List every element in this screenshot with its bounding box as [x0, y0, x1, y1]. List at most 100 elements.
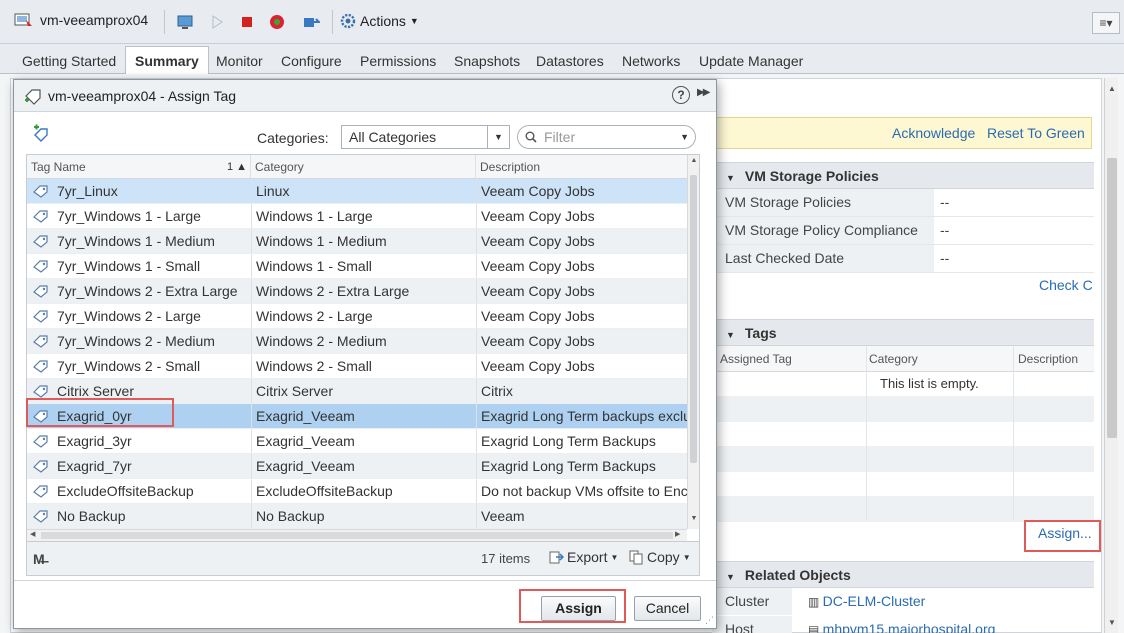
scroll-up-arrow[interactable]: ▲ [1107, 84, 1117, 94]
table-row[interactable]: 7yr_Linux Linux Veeam Copy Jobs [27, 179, 687, 204]
column-filter-icon[interactable]: M̶ [33, 551, 45, 567]
column-divider [866, 346, 867, 520]
acknowledge-link[interactable]: Acknowledge [892, 125, 975, 141]
table-row[interactable]: 7yr_Windows 1 - Small Windows 1 - Small … [27, 254, 687, 279]
categories-select[interactable]: All Categories ▼ [341, 125, 510, 149]
export-button[interactable]: Export ▼ [548, 549, 618, 565]
expand-icon[interactable]: ▶▶ [697, 87, 710, 98]
table-row[interactable]: No Backup No Backup Veeam [27, 504, 687, 529]
cell-category: Windows 2 - Large [251, 304, 476, 328]
actions-menu[interactable]: Actions ▼ [340, 13, 419, 29]
cell-category: Windows 2 - Extra Large [251, 279, 476, 303]
kv-value: ▥ DC-ELM-Cluster [802, 588, 925, 615]
chevron-down-icon[interactable]: ▼ [680, 126, 689, 148]
cell-description: Exagrid Long Term Backups [476, 429, 687, 453]
cell-tag-name: 7yr_Windows 1 - Small [57, 258, 201, 274]
column-header[interactable]: Description [1018, 352, 1078, 366]
scroll-left-arrow[interactable]: ◀ [30, 530, 35, 538]
assign-tag-link[interactable]: Assign... [1038, 525, 1092, 541]
section-title: VM Storage Policies [744, 168, 879, 184]
tab-permissions[interactable]: Permissions [354, 48, 442, 74]
filter-input[interactable]: Filter ▼ [517, 125, 696, 149]
cell-category: No Backup [251, 504, 476, 528]
cell-description: Exagrid Long Term backups exclu [476, 404, 687, 428]
power-on-icon[interactable] [208, 13, 226, 31]
grid-body: 7yr_Linux Linux Veeam Copy Jobs 7yr_Wind… [27, 179, 687, 531]
table-row[interactable]: 7yr_Windows 2 - Small Windows 2 - Small … [27, 354, 687, 379]
cell-tag-name: No Backup [57, 508, 126, 524]
table-row[interactable]: Exagrid_7yr Exagrid_Veeam Exagrid Long T… [27, 454, 687, 479]
assign-tag-icon [25, 89, 41, 105]
scroll-right-arrow[interactable]: ▶ [675, 530, 680, 538]
migrate-icon[interactable] [268, 13, 286, 31]
scroll-thumb[interactable] [1107, 158, 1117, 438]
reset-to-green-link[interactable]: Reset To Green [987, 125, 1085, 141]
scroll-thumb[interactable] [690, 175, 697, 463]
column-header-description[interactable]: Description [476, 155, 687, 179]
tab-datastores[interactable]: Datastores [530, 48, 610, 74]
add-tag-icon[interactable] [31, 124, 51, 144]
page-scrollbar[interactable]: ▲ ▼ [1104, 78, 1118, 633]
cancel-button[interactable]: Cancel [634, 596, 701, 621]
vm-name: vm-veeamprox04 [40, 12, 149, 28]
check-compliance-link[interactable]: Check C [1039, 277, 1093, 293]
section-title: Tags [744, 325, 777, 341]
tags-grid-body [712, 372, 1094, 522]
table-row[interactable]: 7yr_Windows 2 - Large Windows 2 - Large … [27, 304, 687, 329]
kv-value: -- [940, 194, 950, 210]
cell-tag-name: 7yr_Linux [57, 183, 118, 199]
scroll-thumb[interactable] [41, 532, 673, 539]
cluster-link[interactable]: DC-ELM-Cluster [823, 593, 926, 609]
dialog-title-bar[interactable]: vm-veeamprox04 - Assign Tag ? ▶▶ [14, 80, 716, 112]
table-row[interactable]: 7yr_Windows 2 - Medium Windows 2 - Mediu… [27, 329, 687, 354]
tab-getting-started[interactable]: Getting Started [16, 48, 122, 74]
tab-monitor[interactable]: Monitor [210, 48, 269, 74]
tab-summary[interactable]: Summary [125, 46, 209, 75]
tab-update-manager[interactable]: Update Manager [693, 48, 809, 74]
tab-bar: Getting Started Summary Monitor Configur… [0, 44, 1124, 75]
snapshot-icon[interactable] [302, 13, 320, 31]
copy-button[interactable]: Copy ▼ [628, 549, 691, 565]
list-menu-icon: ≡▾ [1099, 16, 1113, 30]
host-link[interactable]: mhpvm15.majorhospital.org [823, 621, 996, 633]
chevron-down-icon: ▼ [610, 552, 619, 562]
grid-footer: M̶ 17 items Export ▼ Copy ▼ [26, 542, 700, 576]
column-header-category[interactable]: Category [251, 155, 476, 179]
table-row[interactable]: 7yr_Windows 1 - Medium Windows 1 - Mediu… [27, 229, 687, 254]
column-divider [1013, 346, 1014, 520]
table-row[interactable]: 7yr_Windows 1 - Large Windows 1 - Large … [27, 204, 687, 229]
table-row[interactable]: Exagrid_3yr Exagrid_Veeam Exagrid Long T… [27, 429, 687, 454]
related-objects-header[interactable]: ▼ Related Objects [712, 561, 1094, 588]
column-header-tag-name[interactable]: Tag Name 1 ▲ [27, 155, 251, 179]
table-row[interactable]: 7yr_Windows 2 - Extra Large Windows 2 - … [27, 279, 687, 304]
empty-list-text: This list is empty. [880, 376, 979, 391]
cell-tag-name: 7yr_Windows 2 - Large [57, 308, 201, 324]
table-row[interactable]: ExcludeOffsiteBackup ExcludeOffsiteBacku… [27, 479, 687, 504]
tab-configure[interactable]: Configure [275, 48, 348, 74]
tab-networks[interactable]: Networks [616, 48, 686, 74]
grid-vertical-scrollbar[interactable]: ▲ ▼ [687, 155, 699, 529]
items-count: 17 items [481, 551, 531, 566]
export-label: Export [567, 549, 608, 565]
sort-ascending-icon: 1 ▲ [226, 161, 247, 173]
alert-bar: Acknowledge Reset To Green [712, 117, 1092, 149]
console-icon[interactable] [176, 13, 194, 31]
scroll-up-arrow[interactable]: ▲ [689, 157, 699, 164]
scroll-down-arrow[interactable]: ▼ [689, 515, 699, 522]
panel-menu-button[interactable]: ≡▾ [1092, 12, 1120, 34]
kv-row: Cluster ▥ DC-ELM-Cluster [712, 588, 1094, 616]
dialog-toolbar: Categories: All Categories ▼ Filter ▼ [14, 112, 716, 158]
resize-grip-icon[interactable]: ⋰ [705, 615, 714, 626]
tab-snapshots[interactable]: Snapshots [448, 48, 526, 74]
tags-section-header[interactable]: ▼ Tags [712, 319, 1094, 346]
column-header[interactable]: Category [869, 352, 918, 366]
cell-description: Veeam [476, 504, 687, 528]
grid-horizontal-scrollbar[interactable]: ◀ ▶ [27, 529, 687, 541]
column-header[interactable]: Assigned Tag [720, 352, 792, 366]
help-icon[interactable]: ? [672, 86, 690, 104]
column-label: Description [480, 160, 541, 174]
power-off-icon[interactable] [238, 13, 256, 31]
cell-category: Windows 1 - Large [251, 204, 476, 228]
scroll-down-arrow[interactable]: ▼ [1107, 618, 1117, 628]
storage-policies-header[interactable]: ▼ VM Storage Policies [712, 162, 1094, 189]
